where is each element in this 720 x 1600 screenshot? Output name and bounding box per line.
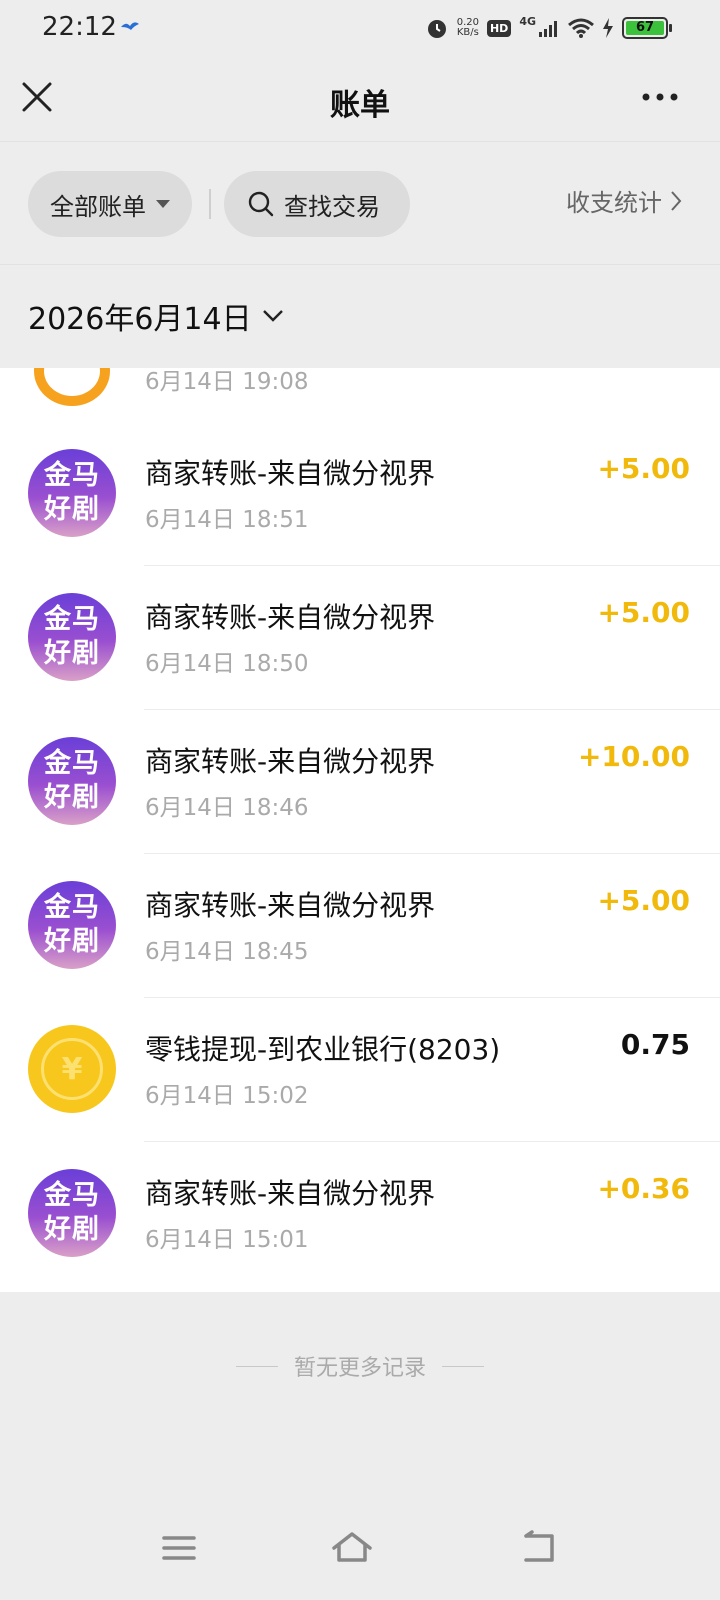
- status-icons: 0.20 KB/s HD 4G 67: [425, 14, 672, 42]
- transaction-row[interactable]: ¥ 零钱提现-到农业银行(8203) 6月14日 15:02 0.75: [0, 998, 720, 1142]
- date-label: 2026年6月14日: [28, 302, 252, 337]
- transaction-icon: [34, 368, 110, 406]
- transaction-time: 6月14日 19:08: [145, 369, 309, 395]
- more-options-icon[interactable]: [640, 80, 680, 114]
- transaction-amount: +5.00: [597, 596, 690, 629]
- transaction-amount: +5.00: [597, 884, 690, 917]
- transaction-time: 6月14日 18:51: [145, 507, 309, 533]
- charging-icon: [603, 18, 613, 38]
- merchant-avatar: 金马 好剧: [28, 449, 116, 537]
- title-bar: 账单: [0, 56, 720, 142]
- transaction-row[interactable]: 金马 好剧 商家转账-来自微分视界 6月14日 18:46 +10.00: [0, 710, 720, 854]
- transaction-row[interactable]: 金马 好剧 商家转账-来自微分视界 6月14日 18:51 +5.00: [0, 422, 720, 566]
- filter-divider: [209, 189, 211, 219]
- hd-badge: HD: [486, 19, 512, 37]
- transaction-time: 6月14日 15:02: [145, 1083, 309, 1109]
- back-icon[interactable]: [518, 1528, 562, 1568]
- status-time: 22:12: [42, 12, 117, 42]
- transaction-time: 6月14日 18:50: [145, 651, 309, 677]
- income-expense-stats-link[interactable]: 收支统计: [566, 183, 682, 218]
- merchant-avatar: 金马 好剧: [28, 737, 116, 825]
- transaction-time: 6月14日 15:01: [145, 1227, 309, 1253]
- search-transactions-button[interactable]: 查找交易: [224, 171, 410, 237]
- menu-icon[interactable]: [158, 1528, 202, 1568]
- date-header[interactable]: 2026年6月14日: [0, 266, 720, 368]
- wallet-coin-avatar: ¥: [28, 1025, 116, 1113]
- stats-label: 收支统计: [566, 189, 662, 217]
- caret-down-icon: [156, 200, 170, 208]
- date-selector[interactable]: 2026年6月14日: [28, 294, 284, 338]
- notification-bird-icon: [121, 22, 139, 30]
- transaction-row[interactable]: 金马 好剧 商家转账-来自微分视界 6月14日 18:50 +5.00: [0, 566, 720, 710]
- battery-icon: 67: [622, 17, 672, 39]
- wifi-icon: [568, 18, 594, 38]
- list-item-partial[interactable]: 6月14日 19:08: [0, 368, 720, 406]
- no-more-records: 暂无更多记录: [0, 1350, 720, 1382]
- transaction-amount: +5.00: [597, 452, 690, 485]
- transaction-title: 商家转账-来自微分视界: [145, 601, 436, 634]
- transaction-row[interactable]: 金马 好剧 商家转账-来自微分视界 6月14日 18:45 +5.00: [0, 854, 720, 998]
- chevron-down-icon: [262, 310, 283, 322]
- system-nav-bar: [0, 1500, 720, 1600]
- transaction-row[interactable]: 金马 好剧 商家转账-来自微分视界 6月14日 15:01 +0.36: [0, 1142, 720, 1286]
- search-icon: [248, 191, 274, 217]
- transaction-time: 6月14日 18:46: [145, 795, 309, 821]
- page-title: 账单: [330, 88, 390, 123]
- network-speed: 0.20 KB/s: [456, 17, 479, 38]
- network-type: 4G: [519, 14, 536, 28]
- transaction-list: 6月14日 19:08 金马 好剧 商家转账-来自微分视界 6月14日 18:5…: [0, 368, 720, 1292]
- merchant-avatar: 金马 好剧: [28, 1169, 116, 1257]
- transaction-title: 商家转账-来自微分视界: [145, 1177, 436, 1210]
- signal-icon: [539, 21, 557, 37]
- transaction-time: 6月14日 18:45: [145, 939, 309, 965]
- search-label: 查找交易: [284, 192, 380, 221]
- transaction-amount: 0.75: [620, 1028, 690, 1061]
- merchant-avatar: 金马 好剧: [28, 593, 116, 681]
- transaction-title: 商家转账-来自微分视界: [145, 889, 436, 922]
- transaction-title: 零钱提现-到农业银行(8203): [145, 1033, 501, 1066]
- yuan-icon: ¥: [41, 1038, 103, 1100]
- chevron-right-icon: [671, 190, 682, 211]
- merchant-avatar: 金马 好剧: [28, 881, 116, 969]
- alarm-icon: [427, 20, 446, 38]
- divider-line: [442, 1365, 484, 1367]
- all-bills-filter-button[interactable]: 全部账单: [28, 171, 192, 237]
- no-more-text: 暂无更多记录: [293, 1356, 426, 1381]
- status-bar: 22:12 0.20 KB/s HD 4G 67: [0, 0, 720, 56]
- transaction-title: 商家转账-来自微分视界: [145, 457, 436, 490]
- battery-level: 67: [626, 21, 664, 35]
- transaction-amount: +0.36: [597, 1172, 690, 1205]
- all-bills-label: 全部账单: [50, 192, 146, 221]
- transaction-amount: +10.00: [577, 740, 690, 773]
- filter-bar: 全部账单 查找交易 收支统计: [0, 143, 720, 265]
- home-icon[interactable]: [330, 1528, 374, 1568]
- transaction-title: 商家转账-来自微分视界: [145, 745, 436, 778]
- divider-line: [235, 1365, 278, 1367]
